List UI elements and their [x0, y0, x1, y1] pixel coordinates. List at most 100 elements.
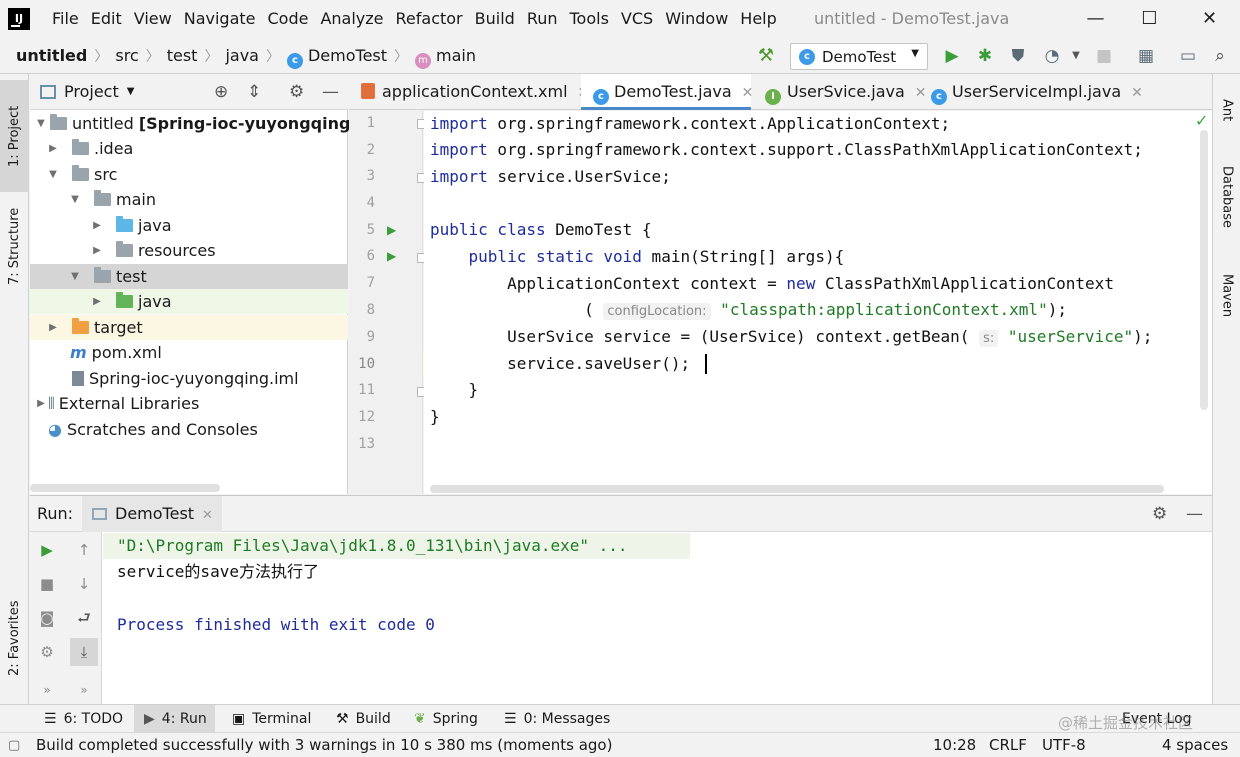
menu-code[interactable]: Code [262, 0, 315, 38]
menu-refactor[interactable]: Refactor [390, 0, 469, 38]
menu-edit[interactable]: Edit [85, 0, 128, 38]
tab-structure[interactable]: 7: Structure [0, 196, 29, 296]
search-icon[interactable]: ⌕ [1208, 44, 1232, 68]
profile-icon[interactable]: ◔ [1040, 44, 1064, 68]
menu-view[interactable]: View [128, 0, 178, 38]
run-gutter-icon[interactable]: ▶ [387, 249, 399, 263]
menu-analyze[interactable]: Analyze [314, 0, 389, 38]
close-button[interactable]: ✕ [1182, 0, 1237, 38]
breadcrumb-src[interactable]: src [115, 38, 138, 74]
maximize-button[interactable]: ☐ [1122, 0, 1177, 38]
tree-item-target[interactable]: ▶ target [30, 315, 348, 340]
stop-icon[interactable]: ■ [1092, 44, 1116, 68]
tab-application-context-xml[interactable]: applicationContext.xml✕ [349, 74, 589, 110]
expand-arrow-icon[interactable]: ▼ [68, 187, 82, 212]
tab-userserviceimpl-java[interactable]: c UserServiceImpl.java ✕ [919, 74, 1143, 110]
tree-item-test-java[interactable]: ▶ java [30, 289, 348, 314]
inspection-ok-icon[interactable]: ✓ [1195, 111, 1208, 130]
close-tab-icon[interactable]: ✕ [742, 85, 754, 101]
menu-tools[interactable]: Tools [564, 0, 615, 38]
run-icon[interactable]: ▶ [940, 44, 964, 68]
horizontal-scrollbar[interactable] [430, 485, 1164, 493]
more-icon[interactable]: » [35, 678, 59, 702]
settings-icon[interactable]: ⚙ [35, 640, 59, 664]
tree-item-main[interactable]: ▼ main [30, 187, 348, 212]
menu-window[interactable]: Window [659, 0, 734, 38]
tab-usersvice-java[interactable]: I UserSvice.java ✕ [753, 74, 927, 110]
menu-navigate[interactable]: Navigate [178, 0, 262, 38]
minimize-button[interactable]: — [1068, 0, 1123, 38]
soft-wrap-icon[interactable]: ⮐ [72, 606, 96, 630]
tree-item-pom[interactable]: m pom.xml [30, 340, 348, 365]
locate-icon[interactable]: ⊕ [214, 82, 228, 102]
tree-item-project-root[interactable]: ▼ untitled [Spring-ioc-yuyongqing] D: [30, 111, 381, 136]
expand-arrow-icon[interactable]: ▶ [90, 289, 104, 314]
caret-down-icon[interactable]: ▼ [127, 86, 135, 97]
tab-maven[interactable]: Maven [1213, 260, 1240, 332]
scroll-to-end-icon[interactable]: ⤓ [70, 638, 98, 666]
hide-panel-icon[interactable]: — [322, 82, 339, 102]
tab-terminal[interactable]: ▣ Terminal [224, 705, 319, 733]
expand-arrow-icon[interactable]: ▼ [34, 111, 48, 136]
expand-arrow-icon[interactable]: ▶ [46, 315, 60, 340]
status-toggle-icon[interactable]: ▢ [8, 733, 20, 757]
tab-demotest-java[interactable]: c DemoTest.java ✕ [581, 74, 754, 110]
expand-arrow-icon[interactable]: ▶ [90, 238, 104, 263]
tree-item-idea[interactable]: ▶ .idea [30, 136, 348, 161]
tab-database[interactable]: Database [1213, 152, 1240, 242]
menu-run[interactable]: Run [521, 0, 564, 38]
expand-arrow-icon[interactable]: ▼ [46, 162, 60, 187]
horizontal-scrollbar[interactable] [30, 484, 220, 492]
scroll-down-icon[interactable]: ↓ [72, 572, 96, 596]
tab-run[interactable]: ▶ 4: Run [134, 705, 215, 733]
tab-favorites[interactable]: 2: Favorites [0, 584, 29, 692]
tree-item-main-java[interactable]: ▶ java [30, 213, 348, 238]
status-message[interactable]: Build completed successfully with 3 warn… [36, 733, 612, 757]
project-panel-title[interactable]: Project [64, 82, 119, 101]
indent-setting[interactable]: 4 spaces [1162, 733, 1228, 757]
code-editor[interactable]: import org.springframework.context.Appli… [424, 111, 1212, 494]
tab-ant[interactable]: Ant [1213, 82, 1240, 138]
hide-panel-icon[interactable]: — [1186, 496, 1203, 532]
file-encoding[interactable]: UTF-8 [1042, 733, 1086, 757]
project-structure-icon[interactable]: ▦ [1134, 44, 1158, 68]
tab-messages[interactable]: ☰ 0: Messages [496, 705, 618, 733]
tree-item-scratches[interactable]: ◕ Scratches and Consoles [30, 417, 348, 442]
breadcrumb-method[interactable]: m main [415, 38, 476, 74]
tab-build[interactable]: ⚒ Build [328, 705, 399, 733]
collapse-all-icon[interactable]: ⇕ [247, 82, 261, 102]
breadcrumb-project[interactable]: untitled [16, 38, 87, 74]
breadcrumb-test[interactable]: test [167, 38, 198, 74]
expand-arrow-icon[interactable]: ▼ [68, 264, 82, 289]
menu-build[interactable]: Build [469, 0, 521, 38]
tree-item-iml[interactable]: Spring-ioc-yuyongqing.iml [30, 366, 348, 391]
run-configuration-select[interactable]: c DemoTest ▼ [790, 43, 928, 70]
vertical-scrollbar[interactable] [1200, 130, 1208, 410]
debug-icon[interactable]: ✱ [973, 44, 997, 68]
console-output[interactable]: "D:\Program Files\Java\jdk1.8.0_131\bin\… [103, 532, 1212, 705]
presentation-icon[interactable]: ▭ [1176, 44, 1200, 68]
more-icon[interactable]: » [72, 678, 96, 702]
stop-icon[interactable]: ■ [35, 572, 59, 596]
menu-help[interactable]: Help [734, 0, 782, 38]
line-separator[interactable]: CRLF [989, 733, 1027, 757]
close-tab-icon[interactable]: ✕ [1131, 85, 1143, 101]
caret-position[interactable]: 10:28 [933, 733, 976, 757]
gear-icon[interactable]: ⚙ [1152, 496, 1167, 532]
breadcrumb-class[interactable]: c DemoTest [286, 38, 387, 74]
run-gutter-icon[interactable]: ▶ [387, 223, 399, 237]
gear-icon[interactable]: ⚙ [289, 82, 304, 102]
caret-down-icon[interactable]: ▼ [1064, 44, 1088, 68]
tab-spring[interactable]: ❦ Spring [406, 705, 486, 733]
breadcrumb-java[interactable]: java [225, 38, 259, 74]
camera-icon[interactable]: ◙ [35, 606, 59, 630]
tab-todo[interactable]: ☰ 6: TODO [36, 705, 131, 733]
coverage-icon[interactable]: ⛊ [1006, 44, 1030, 68]
tab-project[interactable]: 1: Project [0, 80, 29, 192]
build-hammer-icon[interactable]: ⚒ [756, 46, 776, 66]
expand-arrow-icon[interactable]: ▶ [46, 136, 60, 161]
menu-vcs[interactable]: VCS [615, 0, 659, 38]
menu-file[interactable]: File [46, 0, 85, 38]
tree-item-external-libraries[interactable]: ▶ ⫴ External Libraries [30, 391, 348, 416]
close-tab-icon[interactable]: ✕ [202, 508, 213, 523]
